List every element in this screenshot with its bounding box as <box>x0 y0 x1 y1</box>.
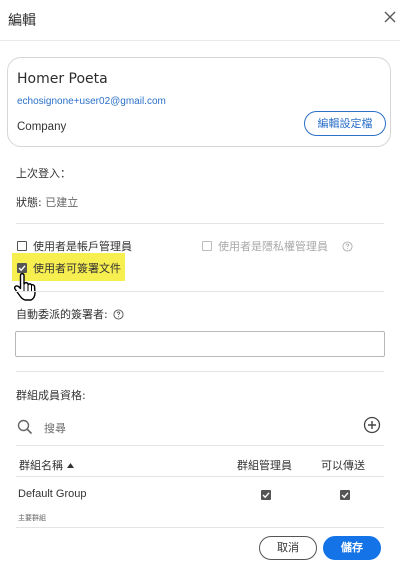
save-button[interactable]: 儲存 <box>323 536 381 560</box>
last-login-label: 上次登入： <box>16 167 71 180</box>
close-icon[interactable] <box>384 11 396 23</box>
column-header-group-name-label: 群組名稱 <box>19 459 63 472</box>
group-search-input[interactable] <box>44 419 244 437</box>
group-row-subtitle: 主要群組 <box>18 514 46 522</box>
column-header-group-name[interactable]: 群組名稱 <box>19 457 74 473</box>
account-admin-label: 使用者是帳戶管理員 <box>33 240 132 253</box>
group-membership-label: 群組成員資格: <box>16 389 86 402</box>
add-circle-icon[interactable] <box>363 416 381 434</box>
status-value: 已建立 <box>45 196 79 209</box>
status-line: 狀態: 已建立 <box>16 194 78 210</box>
column-header-group-admin: 群組管理員 <box>237 459 292 472</box>
dialog-header: 編輯 <box>0 0 400 40</box>
status-label: 狀態: <box>16 196 42 209</box>
dialog-title: 編輯 <box>8 13 36 29</box>
cancel-button[interactable]: 取消 <box>259 536 317 560</box>
account-admin-checkbox[interactable] <box>17 241 27 251</box>
help-icon[interactable] <box>113 308 124 320</box>
profile-card: Homer Poeta echosignone+user02@gmail.com… <box>7 57 391 147</box>
search-icon <box>17 419 33 435</box>
auto-delegate-input[interactable] <box>15 331 385 357</box>
column-header-can-send: 可以傳送 <box>321 459 365 472</box>
sort-ascending-icon <box>67 462 74 468</box>
privacy-admin-label: 使用者是隱私權管理員 <box>218 240 328 253</box>
account-admin-option[interactable]: 使用者是帳戶管理員 <box>17 238 132 254</box>
auto-delegate-label: 自動委派的簽署者: <box>16 306 124 322</box>
table-header-divider <box>16 476 384 477</box>
edit-profile-button[interactable]: 編輯設定檔 <box>304 111 386 136</box>
can-sign-label: 使用者可簽署文件 <box>33 262 121 275</box>
privacy-admin-option: 使用者是隱私權管理員 <box>202 238 353 254</box>
table-bottom-divider <box>16 527 384 528</box>
privacy-admin-checkbox <box>202 241 212 251</box>
hand-pointer-icon <box>12 272 40 302</box>
help-icon[interactable] <box>342 240 353 252</box>
user-name: Homer Poeta <box>17 71 108 87</box>
user-email: echosignone+user02@gmail.com <box>17 96 166 107</box>
group-admin-checkbox[interactable] <box>261 490 271 500</box>
user-company: Company <box>17 121 67 133</box>
group-row-name: Default Group <box>18 488 87 500</box>
info-divider <box>16 223 384 224</box>
header-divider <box>0 40 400 41</box>
delegate-divider <box>16 371 384 372</box>
search-divider <box>16 445 384 446</box>
can-send-checkbox[interactable] <box>340 490 350 500</box>
permissions-divider <box>16 291 384 292</box>
auto-delegate-text: 自動委派的簽署者: <box>16 308 108 321</box>
